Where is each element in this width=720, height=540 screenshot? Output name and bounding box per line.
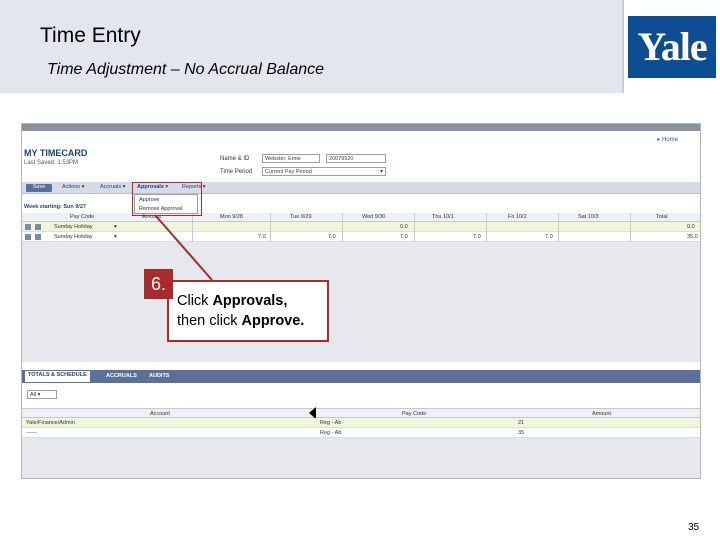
pane-divider[interactable] bbox=[22, 362, 700, 370]
wed-cell[interactable]: 7.0 bbox=[400, 234, 408, 240]
timecard-grid-header: Pay Code Amount Mon 9/28 Tue 9/29 Wed 9/… bbox=[22, 213, 700, 222]
col-tue: Tue 9/29 bbox=[290, 214, 312, 220]
amount-cell: 21 bbox=[518, 420, 525, 426]
totals-filter-select[interactable]: All ▾ bbox=[27, 390, 57, 399]
timecard-toolbar: Save Actions ▾ Accruals ▾ Approvals ▾ Re… bbox=[22, 182, 700, 194]
pay-code-cell[interactable]: Sunday Holiday bbox=[54, 224, 93, 230]
pay-code-cell[interactable]: Sunday Holiday bbox=[54, 234, 93, 240]
page-number: 35 bbox=[688, 522, 700, 533]
col-thu: Thu 10/1 bbox=[432, 214, 454, 220]
callout-box: Click Approvals, then click Approve. bbox=[167, 280, 329, 342]
slide-header: Time Entry Time Adjustment – No Accrual … bbox=[0, 0, 720, 93]
tab-accruals[interactable]: ACCRUALS bbox=[106, 373, 137, 379]
thu-cell[interactable]: 7.0 bbox=[473, 234, 481, 240]
timecard-screenshot: ▸ Home MY TIMECARD Last Saved: 1:53PM Na… bbox=[21, 123, 701, 479]
col-total: Total bbox=[656, 214, 668, 220]
col-sat: Sat 10/3 bbox=[578, 214, 599, 220]
tab-audits[interactable]: AUDITS bbox=[149, 373, 169, 379]
home-link[interactable]: ▸ Home bbox=[657, 136, 678, 143]
insert-row-icon[interactable] bbox=[25, 224, 31, 230]
col-totals-amount: Amount bbox=[592, 411, 611, 417]
name-id-label: Name & ID bbox=[220, 156, 250, 162]
pay-code-cell: Reg - Ab bbox=[320, 420, 342, 426]
app-top-bar bbox=[22, 124, 700, 131]
tue-cell[interactable]: 7.0 bbox=[328, 234, 336, 240]
total-cell: 0.0 bbox=[687, 224, 695, 230]
col-totals-pay-code: Pay Code bbox=[402, 411, 427, 417]
fri-cell[interactable]: 7.0 bbox=[545, 234, 553, 240]
callout-line-2: then click Approve. bbox=[177, 313, 305, 329]
table-row: Yale/Finance/Admin Reg - Ab 21 bbox=[22, 418, 700, 428]
delete-row-icon[interactable] bbox=[35, 234, 41, 240]
tab-totals-schedule[interactable]: TOTALS & SCHEDULE bbox=[25, 371, 90, 382]
col-pay-code: Pay Code bbox=[70, 214, 95, 220]
total-cell: 35.0 bbox=[687, 234, 698, 240]
amount-cell: 35 bbox=[518, 430, 525, 436]
account-cell: Yale/Finance/Admin bbox=[26, 420, 75, 426]
col-wed: Wed 9/30 bbox=[362, 214, 386, 220]
yale-logo: Yale bbox=[622, 0, 720, 93]
page-heading: MY TIMECARD bbox=[24, 148, 88, 158]
chevron-down-icon: ▾ bbox=[379, 169, 383, 175]
logo-text: Yale bbox=[637, 24, 707, 69]
approvals-highlight-box bbox=[132, 182, 202, 216]
col-account: Account bbox=[150, 411, 170, 417]
time-period-select[interactable]: Current Pay Period ▾ bbox=[262, 167, 386, 176]
last-saved-text: Last Saved: 1:53PM bbox=[24, 160, 79, 166]
time-period-label: Time Period bbox=[220, 169, 253, 175]
chevron-down-icon[interactable]: ▾ bbox=[114, 224, 117, 230]
accruals-menu[interactable]: Accruals ▾ bbox=[100, 184, 125, 192]
totals-grid-header: Account Pay Code Amount bbox=[22, 408, 700, 418]
wed-cell[interactable]: 0.0 bbox=[400, 224, 408, 230]
table-row: ------ Reg - Ab 35 bbox=[22, 428, 700, 438]
bottom-tabs: TOTALS & SCHEDULE ACCRUALS AUDITS bbox=[22, 370, 700, 383]
name-field[interactable]: Webster, Emie bbox=[262, 154, 320, 163]
table-row[interactable]: Sunday Holiday ▾ 0.0 0.0 bbox=[22, 222, 700, 232]
slide-subtitle: Time Adjustment – No Accrual Balance bbox=[47, 61, 325, 78]
table-row[interactable]: Sunday Holiday ▾ 7.0 7.0 7.0 7.0 7.0 35.… bbox=[22, 232, 700, 242]
col-mon: Mon 9/28 bbox=[220, 214, 243, 220]
save-button[interactable]: Save bbox=[26, 184, 52, 192]
callout-step-number: 6. bbox=[144, 269, 173, 299]
pay-code-cell: Reg - Ab bbox=[320, 430, 342, 436]
account-cell: ------ bbox=[26, 430, 37, 436]
callout-line-1: Click Approvals, bbox=[177, 293, 288, 309]
grid-empty-area bbox=[22, 242, 700, 362]
delete-row-icon[interactable] bbox=[35, 224, 41, 230]
slide-title: Time Entry bbox=[40, 24, 141, 47]
insert-row-icon[interactable] bbox=[25, 234, 31, 240]
id-field[interactable]: 20079920 bbox=[326, 154, 386, 163]
col-fri: Fri 10/2 bbox=[508, 214, 527, 220]
mon-cell[interactable]: 7.0 bbox=[258, 234, 266, 240]
chevron-down-icon[interactable]: ▾ bbox=[114, 234, 117, 240]
totals-empty-area bbox=[22, 438, 700, 478]
actions-menu[interactable]: Actions ▾ bbox=[62, 184, 84, 192]
